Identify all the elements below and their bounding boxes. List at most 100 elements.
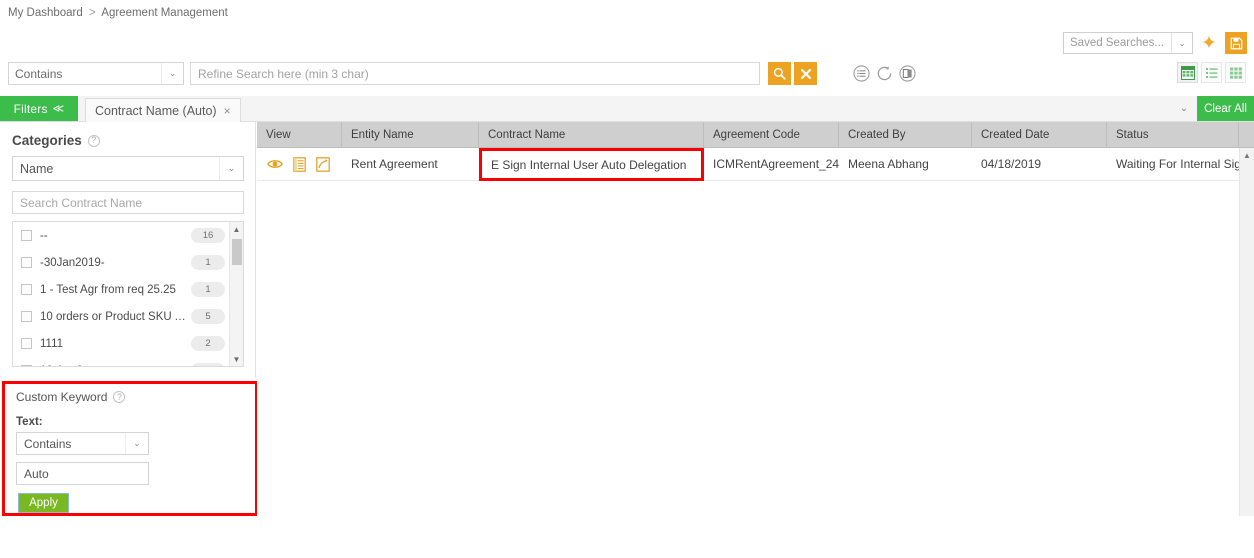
column-header-entity-name[interactable]: Entity Name [342, 122, 479, 147]
breadcrumb-current: Agreement Management [101, 7, 228, 19]
custom-keyword-title-text: Custom Keyword [16, 390, 107, 404]
saved-searches-value: Saved Searches... [1070, 37, 1164, 49]
custom-keyword-title: Custom Keyword ? [16, 390, 125, 404]
list-item-label: -30Jan2019- [40, 257, 105, 269]
categories-title: Categories ? [12, 133, 100, 148]
cell-status: Waiting For Internal Sig... [1107, 148, 1239, 180]
list-item-count: 5 [191, 363, 225, 367]
clear-all-button[interactable]: Clear All [1197, 96, 1254, 121]
category-search-input[interactable] [12, 191, 244, 214]
custom-keyword-text-label: Text: [16, 416, 43, 428]
scroll-up-icon[interactable]: ▲ [230, 222, 243, 236]
list-item-count: 5 [191, 309, 225, 324]
document-icon[interactable] [291, 156, 307, 172]
eye-icon[interactable] [267, 156, 283, 172]
help-icon[interactable]: ? [113, 391, 125, 403]
list-view-icon[interactable] [1201, 62, 1222, 83]
list-item-label: -- [40, 230, 48, 242]
list-item-label: 1 - Test Agr from req 25.25 [40, 284, 176, 296]
refresh-circle-icon[interactable] [875, 64, 894, 83]
chevron-down-icon[interactable]: ⌄ [161, 63, 183, 84]
custom-keyword-operator-select[interactable]: Contains ⌄ [16, 432, 149, 455]
history-icon[interactable] [315, 156, 331, 172]
checkbox[interactable] [21, 338, 32, 349]
checkbox[interactable] [21, 365, 32, 367]
category-list-scrollbar[interactable]: ▲ ▼ [229, 222, 243, 366]
list-item-label: 12.Apr.2 [40, 365, 83, 368]
collapse-chevron-icon: ≪ [53, 102, 65, 115]
breadcrumb-separator: > [86, 7, 99, 19]
category-field-select[interactable]: Name ⌄ [12, 156, 244, 181]
star-icon[interactable]: ✦ [1199, 33, 1219, 53]
breadcrumb-root-link[interactable]: My Dashboard [8, 7, 83, 19]
clear-search-button[interactable] [794, 62, 817, 85]
custom-keyword-panel: Custom Keyword ? Text: Contains ⌄ Apply [2, 381, 258, 516]
breadcrumb: My Dashboard > Agreement Management [8, 7, 228, 19]
filters-toggle-button[interactable]: Filters ≪ [0, 96, 78, 121]
list-item[interactable]: -30Jan2019- 1 [13, 249, 229, 276]
list-item-count: 1 [191, 282, 225, 297]
grid-header-row: View Entity Name Contract Name Agreement… [257, 122, 1254, 148]
column-header-agreement-code[interactable]: Agreement Code [704, 122, 839, 147]
results-grid: View Entity Name Contract Name Agreement… [257, 122, 1254, 516]
column-header-contract-name[interactable]: Contract Name [479, 122, 704, 147]
categories-title-text: Categories [12, 133, 82, 148]
search-extra-icons [852, 64, 917, 83]
list-item[interactable]: 10 orders or Product SKU AX30,.. 5 [13, 303, 229, 330]
row-view-actions [257, 148, 342, 180]
filter-bar: Filters ≪ Contract Name (Auto) × ⌄ Clear… [0, 96, 1254, 122]
scrollbar-thumb[interactable] [232, 239, 242, 265]
column-header-status[interactable]: Status [1107, 122, 1239, 147]
search-operator-select[interactable]: Contains ⌄ [8, 62, 184, 85]
search-row: Contains ⌄ [8, 62, 917, 85]
active-filter-chip[interactable]: Contract Name (Auto) × [85, 98, 241, 122]
checkbox[interactable] [21, 230, 32, 241]
search-operator-value: Contains [15, 67, 62, 81]
chevron-down-icon[interactable]: ⌄ [125, 433, 148, 454]
page-root: My Dashboard > Agreement Management Save… [0, 0, 1254, 558]
grid-view-icon[interactable] [1177, 62, 1198, 83]
active-filter-label: Contract Name (Auto) [95, 104, 217, 118]
cell-contract-name: E Sign Internal User Auto Delegation [479, 148, 704, 181]
export-circle-icon[interactable] [898, 64, 917, 83]
search-input[interactable] [190, 62, 760, 85]
list-item[interactable]: 1 - Test Agr from req 25.25 1 [13, 276, 229, 303]
filters-label: Filters [14, 102, 48, 116]
custom-keyword-operator-value: Contains [24, 437, 71, 451]
scroll-up-icon[interactable]: ▲ [1240, 148, 1254, 163]
list-item[interactable]: -- 16 [13, 222, 229, 249]
save-icon[interactable] [1225, 32, 1247, 54]
checkbox[interactable] [21, 311, 32, 322]
category-field-value: Name [20, 162, 53, 176]
column-header-created-by[interactable]: Created By [839, 122, 972, 147]
list-item-label: 1111 [40, 338, 63, 350]
list-item[interactable]: 1111 2 [13, 330, 229, 357]
chevron-down-icon[interactable]: ⌄ [1171, 96, 1197, 121]
close-icon[interactable]: × [224, 104, 231, 118]
card-view-icon[interactable] [1225, 62, 1246, 83]
help-icon[interactable]: ? [88, 135, 100, 147]
filters-sidebar: Categories ? Name ⌄ -- 16 -30Jan2019- 1 [0, 122, 256, 378]
chevron-down-icon[interactable]: ⌄ [219, 157, 243, 180]
column-header-created-date[interactable]: Created Date [972, 122, 1107, 147]
list-item-label: 10 orders or Product SKU AX30,.. [40, 311, 191, 323]
column-header-view[interactable]: View [257, 122, 342, 147]
saved-searches-row: Saved Searches... ⌄ ✦ [1063, 32, 1247, 54]
list-item-count: 2 [191, 336, 225, 351]
list-item[interactable]: 12.Apr.2 5 [13, 357, 229, 367]
chevron-down-icon[interactable]: ⌄ [1171, 33, 1192, 53]
saved-searches-select[interactable]: Saved Searches... ⌄ [1063, 32, 1193, 54]
list-circle-icon[interactable] [852, 64, 871, 83]
scroll-down-icon[interactable]: ▼ [230, 352, 243, 366]
custom-keyword-input[interactable] [16, 462, 149, 485]
grid-scrollbar[interactable]: ▲ [1239, 148, 1254, 516]
checkbox[interactable] [21, 257, 32, 268]
checkbox[interactable] [21, 284, 32, 295]
table-row[interactable]: Rent Agreement E Sign Internal User Auto… [257, 148, 1254, 181]
cell-created-by: Meena Abhang [839, 148, 972, 180]
category-list: -- 16 -30Jan2019- 1 1 - Test Agr from re… [12, 221, 244, 367]
search-button[interactable] [768, 62, 791, 85]
filter-bar-spacer [241, 96, 1171, 121]
view-mode-toggle-group [1177, 62, 1246, 83]
apply-button[interactable]: Apply [18, 493, 69, 513]
